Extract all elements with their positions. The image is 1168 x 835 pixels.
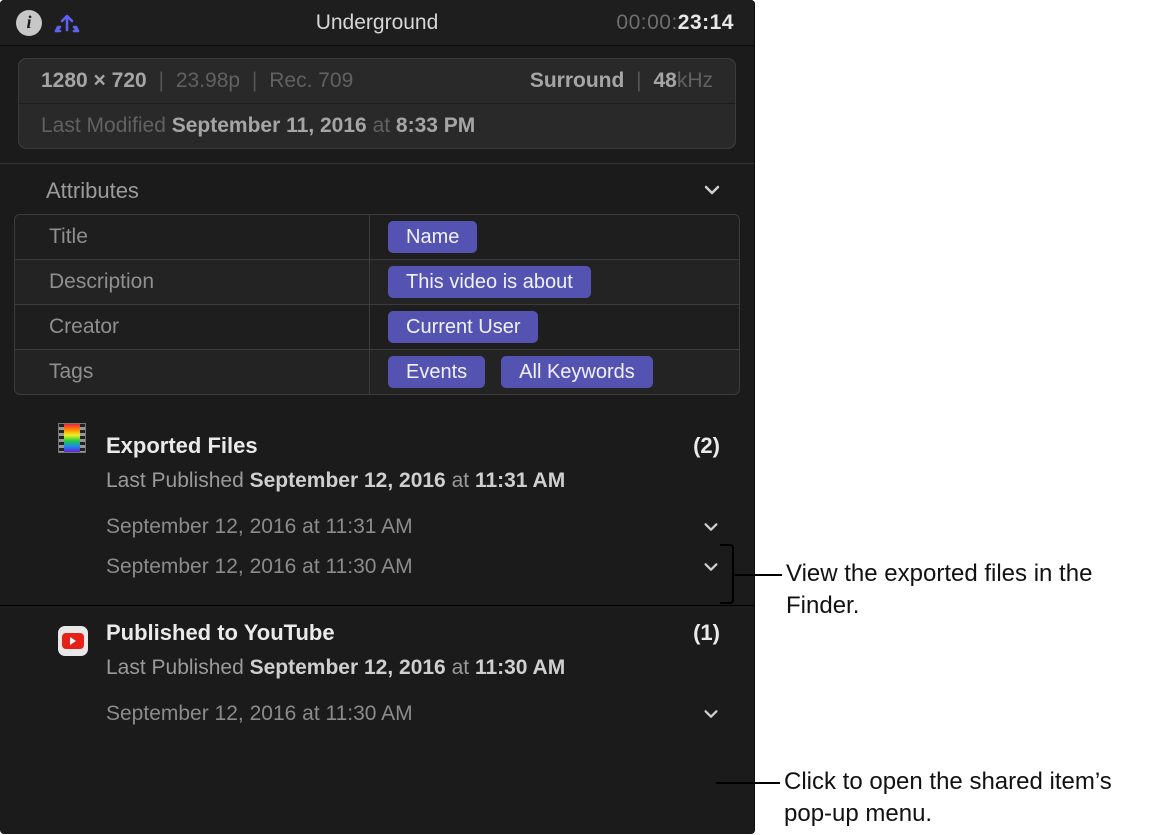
attr-description-label: Description [15,260,370,304]
timecode-display: 00:00:23:14 [616,11,734,35]
share-inspector-panel: i Underground 00:00:23:14 [0,0,755,834]
timecode-value: 23:14 [678,11,734,34]
attr-row-tags: Tags Events All Keywords [15,349,739,394]
attr-creator-label: Creator [15,305,370,349]
exported-files-count: (2) [693,433,720,459]
exported-at: at [452,469,470,492]
chevron-down-icon[interactable] [702,558,720,576]
attr-row-creator: Creator Current User [15,304,739,349]
info-tab-button[interactable]: i [12,6,46,40]
exported-item-1[interactable]: September 12, 2016 at 11:30 AM [58,547,726,587]
youtube-count: (1) [693,620,720,646]
exported-last-published-label: Last Published [106,469,244,492]
exported-item-0-label: September 12, 2016 at 11:31 AM [106,515,413,539]
token-events[interactable]: Events [388,356,485,388]
token-description[interactable]: This video is about [388,266,591,298]
exported-files-group: Exported Files (2) Last Published Septem… [0,403,754,605]
last-modified-at: at [373,114,391,137]
inspector-topbar: i Underground 00:00:23:14 [0,0,754,46]
youtube-item-0-label: September 12, 2016 at 11:30 AM [106,702,413,726]
callout-finder-text: View the exported files in the Finder. [786,558,1166,623]
exported-files-title: Exported Files [106,433,258,459]
attr-row-title: Title Name [15,215,739,259]
chevron-down-icon[interactable] [702,705,720,723]
audio-mode: Surround [530,69,625,92]
exported-item-0[interactable]: September 12, 2016 at 11:31 AM [58,507,726,547]
token-all-keywords[interactable]: All Keywords [501,356,653,388]
exported-last-published-time: 11:31 AM [475,469,565,492]
chevron-down-icon [702,180,724,202]
attr-description-value[interactable]: This video is about [370,260,739,304]
video-framerate: 23.98p [176,69,240,92]
youtube-at: at [452,656,470,679]
youtube-item-0[interactable]: September 12, 2016 at 11:30 AM [58,694,726,734]
attr-row-description: Description This video is about [15,259,739,304]
info-icon: i [16,10,42,36]
video-dimensions: 1280 × 720 [41,69,147,92]
youtube-last-published-label: Last Published [106,656,244,679]
attr-tags-label: Tags [15,350,370,394]
last-modified-date: September 11, 2016 [172,114,367,137]
audio-rate-unit: kHz [677,69,713,92]
attr-title-value[interactable]: Name [370,215,739,259]
token-name[interactable]: Name [388,221,477,253]
exported-last-published-date: September 12, 2016 [250,469,446,492]
youtube-last-published: Last Published September 12, 2016 at 11:… [58,656,726,680]
last-modified-label: Last Modified [41,114,166,137]
youtube-last-published-date: September 12, 2016 [250,656,446,679]
timecode-prefix: 00:00: [616,11,677,34]
audio-rate-value: 48 [653,69,676,92]
share-arrows-icon [53,9,81,37]
attr-title-label: Title [15,215,370,259]
attr-tags-value[interactable]: Events All Keywords [370,350,739,394]
filmstrip-icon [58,423,90,455]
youtube-title: Published to YouTube [106,620,335,646]
token-creator[interactable]: Current User [388,311,538,343]
exported-last-published: Last Published September 12, 2016 at 11:… [58,469,726,493]
published-youtube-group: Published to YouTube (1) Last Published … [0,605,754,752]
exported-item-1-label: September 12, 2016 at 11:30 AM [106,555,413,579]
attributes-header-label: Attributes [46,178,139,204]
share-tab-button[interactable] [50,6,84,40]
callout-popup-text: Click to open the shared item’s pop-up m… [784,766,1164,831]
last-modified-time: 8:33 PM [396,114,475,137]
attributes-table: Title Name Description This video is abo… [14,214,740,395]
attributes-header[interactable]: Attributes [0,164,754,214]
format-modified-row: Last Modified September 11, 2016 at 8:33… [19,103,735,148]
youtube-icon [58,626,90,658]
attr-creator-value[interactable]: Current User [370,305,739,349]
video-colorspace: Rec. 709 [269,69,353,92]
youtube-last-published-time: 11:30 AM [475,656,565,679]
format-video-row: 1280 × 720 | 23.98p | Rec. 709 Surround … [19,59,735,103]
chevron-down-icon[interactable] [702,518,720,536]
format-summary: 1280 × 720 | 23.98p | Rec. 709 Surround … [18,58,736,149]
